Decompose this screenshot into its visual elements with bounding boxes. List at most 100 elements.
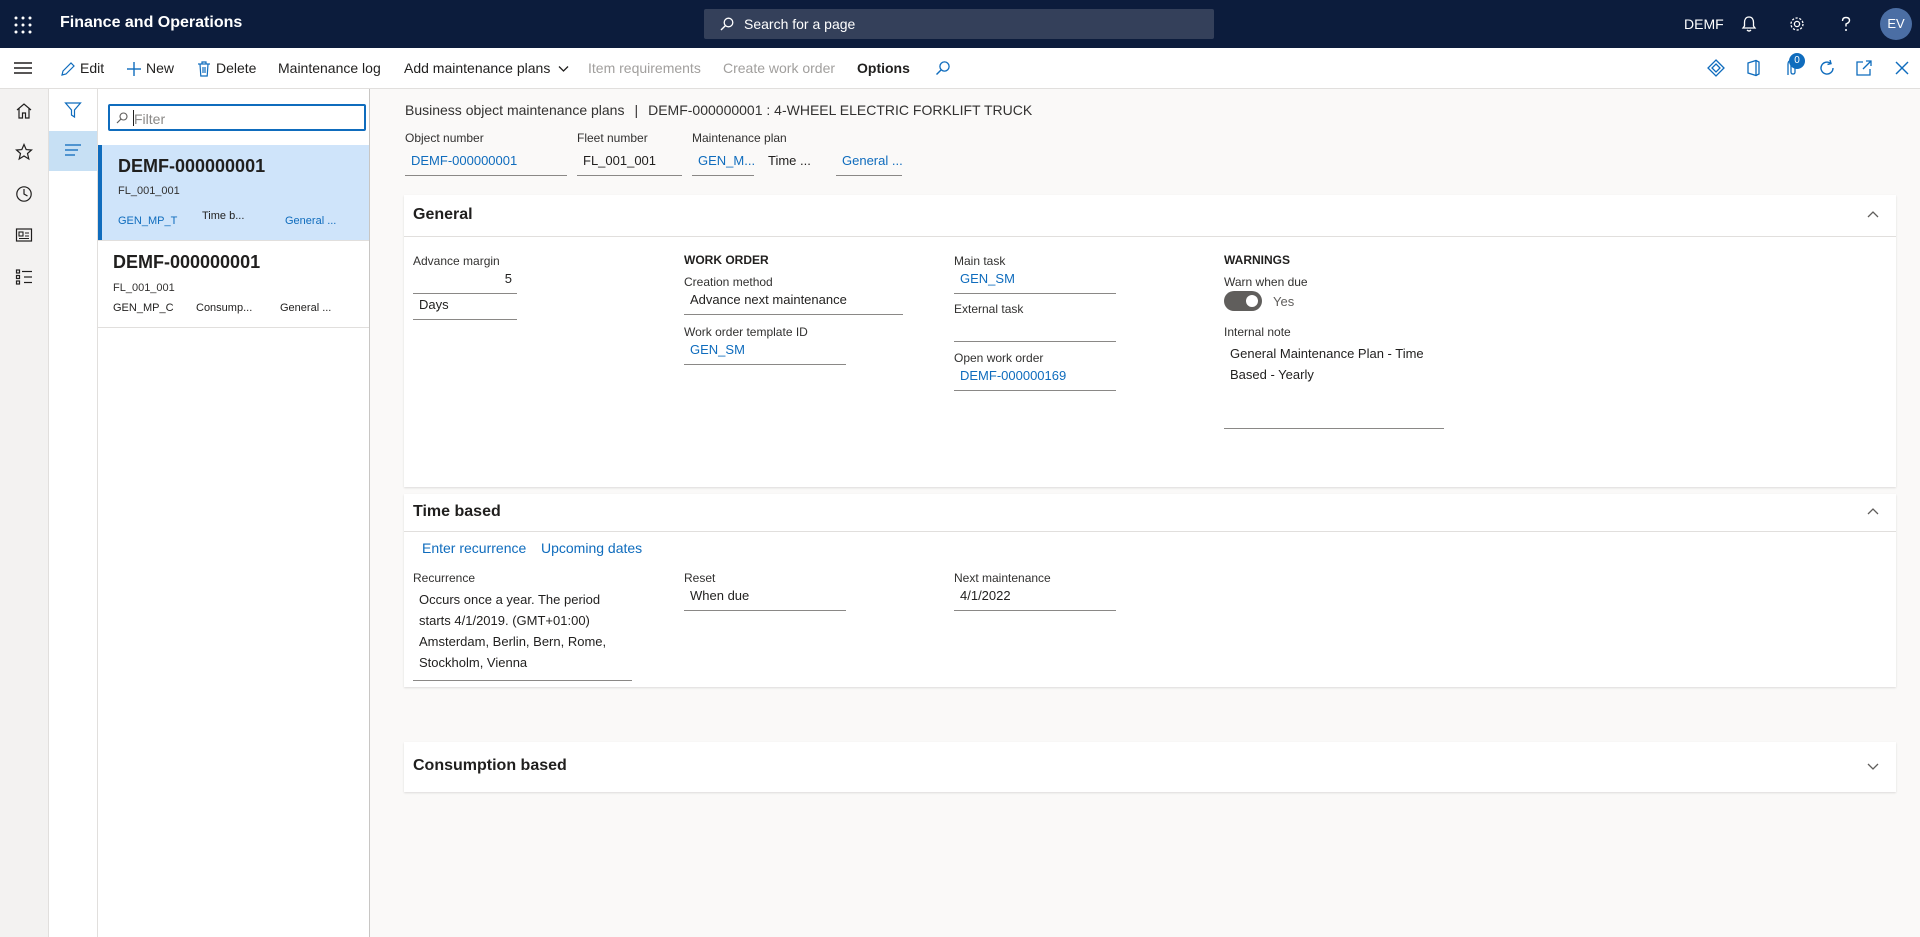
- open-work-order-label: Open work order: [954, 351, 1044, 365]
- object-number-field: Object number DEMF-000000001: [405, 131, 567, 176]
- breadcrumb-record: DEMF-000000001 : 4-WHEEL ELECTRIC FORKLI…: [648, 102, 1033, 118]
- recurrence-line: Occurs once a year. The period: [419, 592, 601, 607]
- list-item[interactable]: DEMF-000000001 FL_001_001 GEN_MP_C Consu…: [98, 241, 369, 328]
- company-picker[interactable]: DEMF: [1684, 16, 1724, 32]
- action-pane: Edit New Delete Maintenance log Add main…: [0, 48, 1920, 89]
- record-plan-link[interactable]: GEN_MP_T: [118, 215, 177, 227]
- recent-clock-icon[interactable]: [15, 185, 33, 203]
- enter-recurrence-button[interactable]: Enter recurrence: [422, 540, 526, 556]
- search-icon: [720, 17, 734, 31]
- maintenance-plan-field: Maintenance plan GEN_M... Time ... Gener…: [692, 131, 912, 176]
- open-work-order-link[interactable]: DEMF-000000169: [954, 366, 1116, 391]
- advance-margin-unit-select[interactable]: Days: [413, 295, 517, 320]
- recurrence-text: Occurs once a year. The period starts 4/…: [413, 589, 632, 681]
- reset-label: Reset: [684, 571, 716, 585]
- text-cursor: [133, 110, 134, 126]
- maintenance-plan-description-link[interactable]: General ...: [836, 151, 903, 176]
- external-task-input[interactable]: [954, 317, 1116, 342]
- record-list-pane: DEMF-000000001 FL_001_001 GEN_MP_T Time …: [98, 89, 370, 937]
- object-number-label: Object number: [405, 131, 484, 145]
- list-toolbar: [49, 89, 98, 937]
- external-task-label: External task: [954, 302, 1024, 316]
- maintenance-plan-label: Maintenance plan: [692, 131, 787, 145]
- maintenance-log-button[interactable]: Maintenance log: [278, 60, 381, 76]
- breadcrumb: Business object maintenance plans | DEMF-0…: [405, 102, 1032, 118]
- selection-indicator: [98, 145, 102, 240]
- creation-method-label: Creation method: [684, 275, 773, 289]
- workspaces-icon[interactable]: [15, 226, 33, 244]
- advance-margin-label: Advance margin: [413, 254, 500, 268]
- modules-list-icon[interactable]: [15, 268, 33, 286]
- main-task-label: Main task: [954, 254, 1006, 268]
- record-plan-type: Time b...: [202, 210, 245, 222]
- general-section-header[interactable]: General: [404, 195, 1896, 237]
- chevron-down-icon: [1867, 763, 1879, 770]
- warn-when-due-value: Yes: [1273, 294, 1295, 309]
- create-work-order-button[interactable]: Create work order: [723, 60, 835, 76]
- fleet-number-label: Fleet number: [577, 131, 648, 145]
- consumption-based-section-title: Consumption based: [413, 757, 567, 774]
- find-in-actions-icon[interactable]: [935, 60, 951, 76]
- consumption-based-section-header[interactable]: Consumption based: [404, 742, 1896, 792]
- general-section-title: General: [413, 206, 473, 223]
- gear-icon[interactable]: [1788, 15, 1806, 33]
- add-maintenance-plans-menu[interactable]: Add maintenance plans: [404, 60, 569, 76]
- internal-note-line: Based - Yearly: [1230, 367, 1314, 382]
- object-number-link[interactable]: DEMF-000000001: [405, 151, 567, 176]
- work-order-template-link[interactable]: GEN_SM: [684, 340, 846, 365]
- add-maintenance-plans-label: Add maintenance plans: [404, 60, 551, 76]
- consumption-based-section: Consumption based: [404, 742, 1896, 792]
- chevron-up-icon: [1867, 211, 1879, 218]
- record-plan-type: Consump...: [196, 302, 253, 314]
- breadcrumb-section[interactable]: Business object maintenance plans: [405, 102, 624, 118]
- bell-icon[interactable]: [1740, 15, 1758, 33]
- warn-when-due-toggle[interactable]: [1224, 291, 1262, 311]
- item-requirements-button[interactable]: Item requirements: [588, 60, 701, 76]
- open-new-window-icon[interactable]: [1855, 59, 1873, 77]
- search-icon: [116, 112, 128, 124]
- maintenance-plan-id-link[interactable]: GEN_M...: [692, 151, 755, 176]
- reset-select[interactable]: When due: [684, 586, 846, 611]
- top-bar: Finance and Operations Search for a page…: [0, 0, 1920, 48]
- fleet-number-value[interactable]: FL_001_001: [577, 151, 682, 176]
- delete-button[interactable]: Delete: [196, 60, 256, 77]
- upcoming-dates-button[interactable]: Upcoming dates: [541, 540, 642, 556]
- page-search-box[interactable]: Search for a page: [704, 9, 1214, 39]
- record-fleet-number: FL_001_001: [118, 185, 180, 197]
- time-based-section-header[interactable]: Time based: [404, 494, 1896, 532]
- favorites-star-icon[interactable]: [15, 143, 33, 161]
- toggle-knob: [1246, 295, 1258, 307]
- office-icon[interactable]: [1745, 59, 1763, 77]
- hamburger-menu-icon[interactable]: [14, 61, 32, 75]
- close-icon[interactable]: [1893, 59, 1911, 77]
- user-avatar[interactable]: EV: [1880, 8, 1912, 40]
- power-apps-icon[interactable]: [1707, 59, 1725, 77]
- app-launcher-icon[interactable]: [14, 16, 32, 34]
- time-based-section: Time based Enter recurrence Upcoming dat…: [404, 494, 1896, 687]
- refresh-icon[interactable]: [1818, 59, 1836, 77]
- creation-method-select[interactable]: Advance next maintenance: [684, 290, 903, 315]
- list-item[interactable]: DEMF-000000001 FL_001_001 GEN_MP_T Time …: [98, 145, 369, 241]
- warnings-group-heading: WARNINGS: [1224, 253, 1290, 267]
- main-task-link[interactable]: GEN_SM: [954, 269, 1116, 294]
- list-filter-field[interactable]: [108, 104, 366, 131]
- new-button[interactable]: New: [126, 60, 174, 76]
- advance-margin-input[interactable]: 5: [413, 269, 517, 294]
- recurrence-line: Stockholm, Vienna: [419, 655, 528, 670]
- general-section: General Advance margin 5 Days WORK ORDER…: [404, 195, 1896, 487]
- search-placeholder: Search for a page: [744, 16, 856, 32]
- record-fleet-number: FL_001_001: [113, 282, 175, 294]
- maintenance-plan-type: Time ...: [768, 153, 811, 168]
- app-title[interactable]: Finance and Operations: [60, 14, 242, 32]
- help-icon[interactable]: [1837, 15, 1855, 33]
- filter-funnel-icon[interactable]: [64, 101, 82, 119]
- options-tab[interactable]: Options: [857, 60, 910, 76]
- record-plan-description[interactable]: General ...: [285, 215, 336, 227]
- next-maintenance-date[interactable]: 4/1/2022: [954, 586, 1116, 611]
- internal-note-textarea[interactable]: General Maintenance Plan - Time Based - …: [1224, 343, 1444, 429]
- list-filter-input[interactable]: [132, 109, 356, 129]
- internal-note-label: Internal note: [1224, 325, 1291, 339]
- home-icon[interactable]: [15, 102, 33, 120]
- chevron-up-icon: [1867, 508, 1879, 515]
- edit-button[interactable]: Edit: [60, 60, 104, 76]
